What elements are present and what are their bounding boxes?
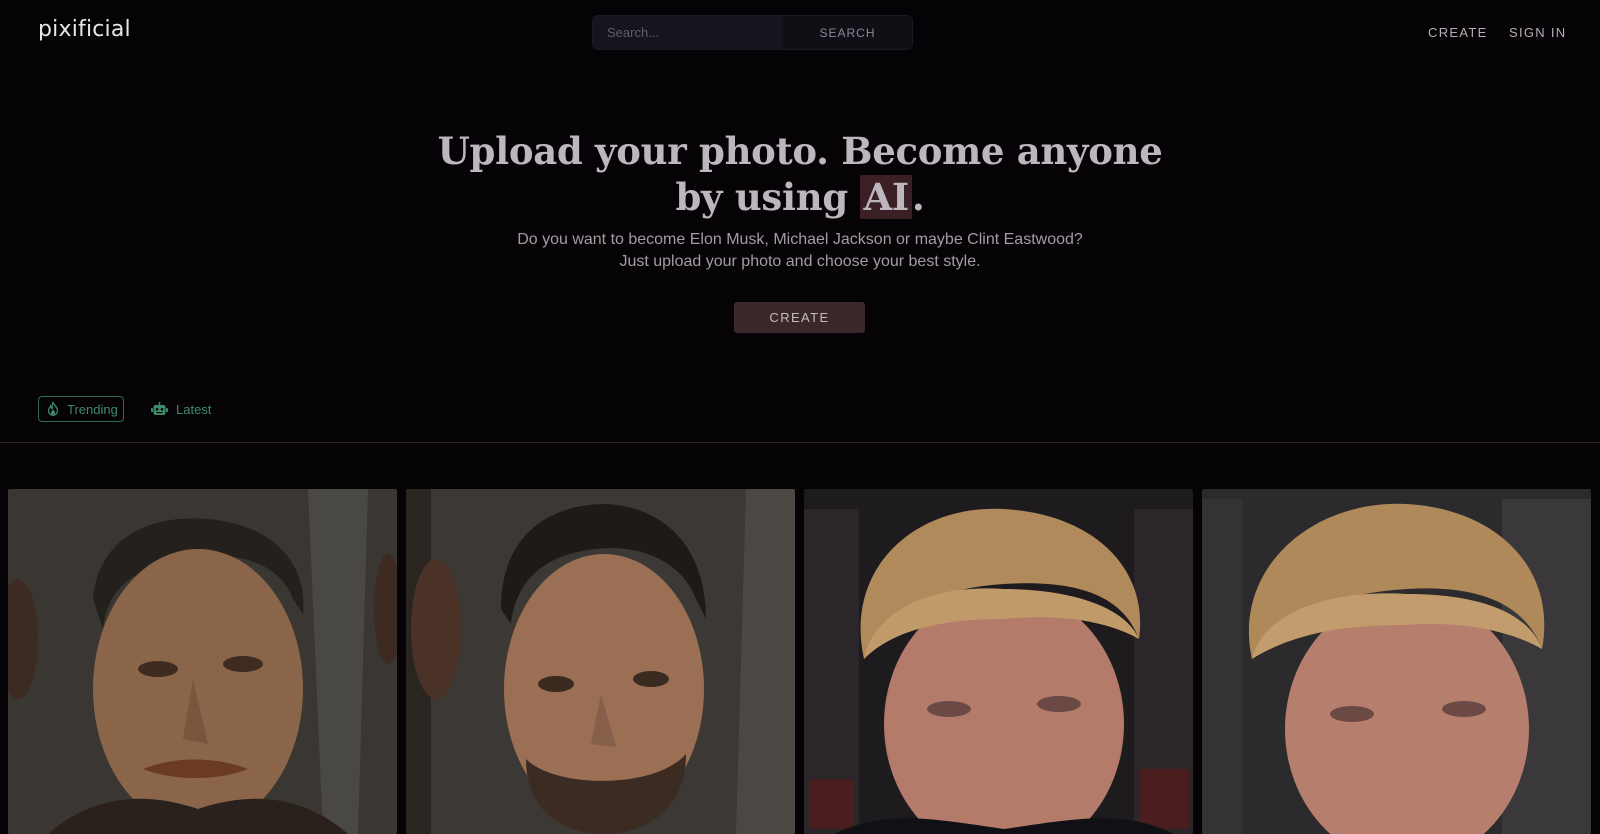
portrait-image xyxy=(8,489,397,834)
nav-signin-link[interactable]: SIGN IN xyxy=(1509,25,1567,40)
section-divider xyxy=(0,442,1600,443)
portrait-image xyxy=(804,489,1193,834)
tab-trending-label: Trending xyxy=(67,401,118,417)
hero-subtitle-line2: Just upload your photo and choose your b… xyxy=(619,253,981,270)
tab-trending[interactable]: Trending xyxy=(38,396,124,422)
hero-title: Upload your photo. Become anyone by using… xyxy=(400,128,1200,220)
tab-latest-label: Latest xyxy=(176,401,212,417)
hero-subtitle: Do you want to become Elon Musk, Michael… xyxy=(400,229,1200,273)
gallery-card[interactable] xyxy=(1202,489,1591,834)
robot-icon xyxy=(151,402,168,416)
hero-title-line1: Upload your photo. Become anyone xyxy=(437,129,1163,173)
search-bar: SEARCH xyxy=(593,16,912,49)
gallery-card[interactable] xyxy=(406,489,795,834)
logo[interactable]: pixificial xyxy=(38,17,131,42)
gallery-card[interactable] xyxy=(8,489,397,834)
hero-title-end: . xyxy=(911,175,925,219)
search-button[interactable]: SEARCH xyxy=(783,16,912,49)
top-navbar: pixificial SEARCH CREATE SIGN IN xyxy=(0,0,1600,64)
hero-title-highlight: AI xyxy=(860,175,912,219)
portrait-image xyxy=(1202,489,1591,834)
hero-create-button[interactable]: CREATE xyxy=(734,302,865,333)
gallery-card[interactable] xyxy=(804,489,1193,834)
tab-latest[interactable]: Latest xyxy=(143,396,219,422)
portrait-image xyxy=(406,489,795,834)
search-input[interactable] xyxy=(593,16,783,49)
nav-create-link[interactable]: CREATE xyxy=(1428,25,1488,40)
flame-icon xyxy=(47,402,59,416)
hero-subtitle-line1: Do you want to become Elon Musk, Michael… xyxy=(517,231,1083,248)
hero-title-line2-start: by using xyxy=(675,175,861,219)
